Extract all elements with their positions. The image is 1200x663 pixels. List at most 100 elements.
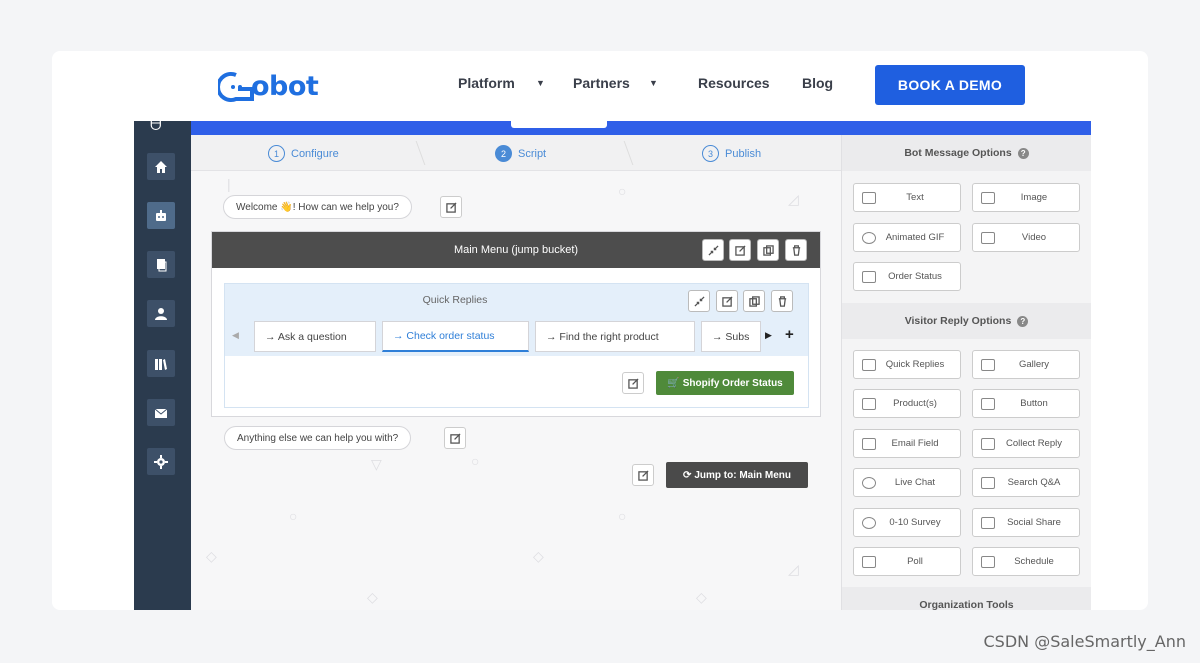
welcome-message[interactable]: Welcome 👋! How can we help you? <box>223 195 412 219</box>
option-label: Email Field <box>891 438 939 449</box>
tab-check-order-status[interactable]: → Check order status <box>382 321 529 352</box>
decor-circle: ○ <box>618 508 627 524</box>
copy-icon[interactable] <box>757 239 779 261</box>
option-video[interactable]: Video <box>972 223 1080 252</box>
scroll-right-icon[interactable]: ▶ <box>765 330 772 341</box>
add-tab-icon[interactable]: + <box>785 326 794 343</box>
option-products[interactable]: Product(s) <box>853 389 961 418</box>
option-label: Schedule <box>1014 556 1054 567</box>
page-card: obot Platform ▼ Partners ▼ Resources Blo… <box>52 51 1148 610</box>
option-text[interactable]: Text <box>853 183 961 212</box>
option-label: Video <box>1021 232 1047 243</box>
option-order-status[interactable]: Order Status <box>853 262 961 291</box>
decor-mark: | <box>227 176 231 192</box>
edit-icon[interactable] <box>444 427 466 449</box>
option-search-qa[interactable]: Search Q&A <box>972 468 1080 497</box>
options-panel: Bot Message Options? Text Image Animated… <box>841 135 1091 610</box>
pointer-icon <box>981 397 995 410</box>
jump-button-label: Jump to: Main Menu <box>694 469 792 481</box>
chevron-down-icon[interactable]: ▼ <box>649 78 658 88</box>
refresh-icon: ⟳ <box>682 469 692 481</box>
main-menu-block: Main Menu (jump bucket) Quick Replies ◀ … <box>211 231 821 417</box>
cart-icon: 🛒 <box>667 377 680 389</box>
edit-icon[interactable] <box>632 464 654 486</box>
nav-platform[interactable]: Platform <box>458 75 515 91</box>
quick-replies-title: Quick Replies <box>422 294 488 306</box>
step-number: 1 <box>268 145 285 162</box>
gear-icon[interactable] <box>147 448 175 475</box>
tab-publish[interactable]: 3 Publish <box>702 145 761 162</box>
decor-diamond: ◇ <box>696 589 707 605</box>
nav-resources[interactable]: Resources <box>698 75 770 91</box>
robot-icon[interactable] <box>147 202 175 229</box>
decor-diamond: ◇ <box>367 589 378 605</box>
tab-ask-question[interactable]: → Ask a question <box>254 321 376 352</box>
option-gallery[interactable]: Gallery <box>972 350 1080 379</box>
option-image[interactable]: Image <box>972 183 1080 212</box>
mail-icon[interactable] <box>147 399 175 426</box>
gallery-icon <box>981 358 995 371</box>
option-quick-replies[interactable]: Quick Replies <box>853 350 961 379</box>
edit-icon[interactable] <box>716 290 738 312</box>
nav-partners[interactable]: Partners <box>573 75 630 91</box>
gobot-logo[interactable]: obot <box>218 69 328 105</box>
option-button[interactable]: Button <box>972 389 1080 418</box>
collapse-icon[interactable] <box>688 290 710 312</box>
edit-icon[interactable] <box>440 196 462 218</box>
step-divider <box>406 141 426 165</box>
watermark: CSDN @SaleSmartly_Ann <box>983 632 1187 651</box>
decor-diamond: ◇ <box>533 548 544 564</box>
chevron-down-icon[interactable]: ▼ <box>536 78 545 88</box>
decor-triangle: ◿ <box>788 191 799 207</box>
edit-icon[interactable] <box>729 239 751 261</box>
shopify-button-label: Shopify Order Status <box>682 377 783 389</box>
edit-icon[interactable] <box>622 372 644 394</box>
app-sidebar: ᗨ <box>134 121 191 610</box>
collapse-icon[interactable] <box>702 239 724 261</box>
option-social-share[interactable]: Social Share <box>972 508 1080 537</box>
inbox-icon <box>981 437 995 450</box>
option-email-field[interactable]: Email Field <box>853 429 961 458</box>
main-menu-title: Main Menu (jump bucket) <box>453 244 579 256</box>
jump-to-main-menu-button[interactable]: ⟳ Jump to: Main Menu <box>666 462 808 488</box>
text-icon <box>862 191 876 204</box>
step-label: Configure <box>291 147 339 160</box>
option-label: Image <box>1020 192 1048 203</box>
trash-icon[interactable] <box>771 290 793 312</box>
help-icon[interactable]: ? <box>1017 147 1029 159</box>
option-live-chat[interactable]: Live Chat <box>853 468 961 497</box>
followup-message[interactable]: Anything else we can help you with? <box>224 426 412 450</box>
topbar-tab[interactable] <box>511 121 607 128</box>
option-survey[interactable]: 0-10 Survey <box>853 508 961 537</box>
app-topbar <box>191 121 1091 135</box>
scroll-left-icon[interactable]: ◀ <box>232 330 239 341</box>
calendar-icon <box>981 555 995 568</box>
gauge-icon <box>862 516 876 529</box>
user-icon[interactable] <box>147 300 175 327</box>
book-demo-button[interactable]: BOOK A DEMO <box>875 65 1025 105</box>
nav-blog[interactable]: Blog <box>802 75 833 91</box>
tab-subscribe[interactable]: → Subs <box>701 321 761 352</box>
home-icon[interactable] <box>147 153 175 180</box>
tab-script[interactable]: 2 Script <box>495 145 546 162</box>
app-preview: ᗨ 1 Configure 2 Script 3 Publish | ○ ◿ ▽ ○ … <box>134 121 1091 610</box>
copy-icon[interactable] <box>743 290 765 312</box>
trash-icon[interactable] <box>785 239 807 261</box>
option-label: Quick Replies <box>885 359 945 370</box>
step-divider <box>614 141 634 165</box>
library-icon[interactable] <box>147 350 175 377</box>
organization-tools-heading: Organization Tools <box>842 587 1091 610</box>
option-collect-reply[interactable]: Collect Reply <box>972 429 1080 458</box>
option-animated-gif[interactable]: Animated GIF <box>853 223 961 252</box>
decor-circle: ○ <box>471 453 480 469</box>
option-label: Animated GIF <box>885 232 945 243</box>
shopify-order-status-button[interactable]: 🛒 Shopify Order Status <box>656 371 794 395</box>
tab-configure[interactable]: 1 Configure <box>268 145 339 162</box>
truck-icon <box>862 270 876 283</box>
option-label: 0-10 Survey <box>889 517 941 528</box>
option-schedule[interactable]: Schedule <box>972 547 1080 576</box>
option-poll[interactable]: Poll <box>853 547 961 576</box>
tab-find-product[interactable]: → Find the right product <box>535 321 695 352</box>
help-icon[interactable]: ? <box>1017 315 1029 327</box>
copy-icon[interactable] <box>147 251 175 278</box>
